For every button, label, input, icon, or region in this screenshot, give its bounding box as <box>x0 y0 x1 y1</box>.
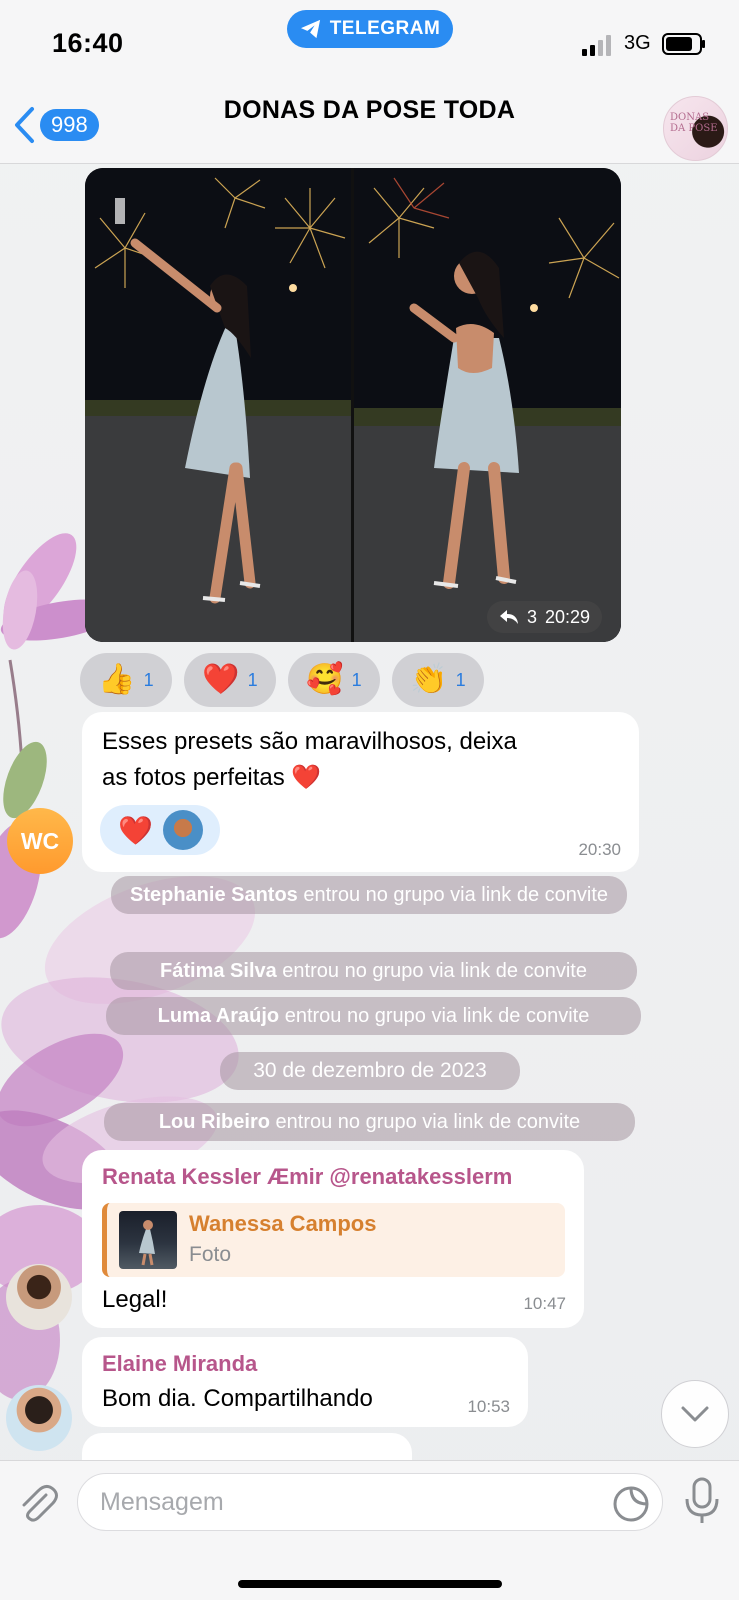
service-text: entrou no grupo via link de convite <box>297 884 608 906</box>
network-label: 3G <box>624 32 651 54</box>
album-photo-1[interactable] <box>85 168 351 642</box>
sender-name[interactable]: Renata Kessler Æmir @renatakesslerm <box>102 1164 512 1190</box>
telegram-pill-label: TELEGRAM <box>329 18 441 39</box>
avatar-wc[interactable]: WC <box>7 808 73 874</box>
reaction-smiling-hearts[interactable]: 🥰 1 <box>288 653 380 707</box>
service-message-join: Luma Araújo entrou no grupo via link de … <box>106 997 641 1035</box>
photo-woman-toasting <box>85 168 351 642</box>
member-name[interactable]: Fátima Silva <box>160 960 277 982</box>
clapping-hands-icon: 👏 <box>410 663 448 696</box>
service-text: entrou no grupo via link de convite <box>279 1005 590 1027</box>
heart-icon: ❤️ <box>118 814 153 846</box>
message-text-line-2: as fotos perfeitas ❤️ <box>102 764 322 791</box>
forward-icon <box>500 610 518 624</box>
service-message-join: Fátima Silva entrou no grupo via link de… <box>110 952 637 990</box>
album-time: 20:29 <box>545 606 591 627</box>
message-bubble-renata[interactable]: Renata Kessler Æmir @renatakesslerm Wane… <box>82 1150 584 1328</box>
battery-icon <box>662 33 705 55</box>
forward-count: 3 <box>527 606 538 627</box>
group-avatar[interactable]: DONAS DA POSE <box>663 96 728 161</box>
status-bar: 16:40 TELEGRAM 3G <box>0 0 739 90</box>
home-indicator[interactable] <box>238 1580 502 1588</box>
member-name[interactable]: Stephanie Santos <box>130 884 298 906</box>
sender-name[interactable]: Elaine Miranda <box>102 1351 257 1377</box>
message-text: Bom dia. Compartilhando <box>102 1385 373 1412</box>
reaction-clap[interactable]: 👏 1 <box>392 653 484 707</box>
reply-photo-icon <box>139 1220 155 1266</box>
reaction-heart[interactable]: ❤️ 1 <box>184 653 276 707</box>
reaction-count: 1 <box>351 669 362 690</box>
service-message-join: Stephanie Santos entrou no grupo via lin… <box>111 876 627 914</box>
chevron-down-icon <box>681 1406 709 1422</box>
message-time: 20:30 <box>578 840 621 859</box>
reaction-thumbs-up[interactable]: 👍 1 <box>80 653 172 707</box>
member-name[interactable]: Lou Ribeiro <box>159 1111 270 1133</box>
paperclip-icon[interactable] <box>16 1481 60 1525</box>
message-reaction-chip[interactable]: ❤️ <box>100 805 220 855</box>
message-text: Legal! <box>102 1286 168 1313</box>
microphone-icon[interactable] <box>682 1477 722 1525</box>
avatar-renata[interactable] <box>6 1264 72 1330</box>
message-bubble-elaine[interactable]: Elaine Miranda Bom dia. Compartilhando 1… <box>82 1337 528 1427</box>
reactor-avatar <box>162 810 203 850</box>
message-input[interactable] <box>77 1473 663 1531</box>
avatar-elaine[interactable] <box>6 1385 72 1451</box>
telegram-pill[interactable]: TELEGRAM <box>287 10 453 48</box>
sticker-icon[interactable] <box>612 1485 650 1523</box>
chat-header: 998 DONAS DA POSE TODA DONAS DA POSE <box>0 90 739 164</box>
message-input-bar <box>0 1460 739 1600</box>
thumbs-up-icon: 👍 <box>98 663 136 696</box>
message-time: 10:47 <box>523 1294 566 1313</box>
message-time: 10:53 <box>467 1397 510 1416</box>
reply-preview[interactable]: Wanessa Campos Foto <box>102 1203 565 1277</box>
heart-icon: ❤️ <box>202 663 240 696</box>
reaction-count: 1 <box>247 669 258 690</box>
reply-author: Wanessa Campos <box>189 1211 377 1236</box>
album-meta: 3 20:29 <box>487 601 603 633</box>
smiling-face-hearts-icon: 🥰 <box>306 663 344 696</box>
photo-woman-back <box>354 168 621 642</box>
service-text: entrou no grupo via link de convite <box>276 960 587 982</box>
service-message-join: Lou Ribeiro entrou no grupo via link de … <box>104 1103 635 1141</box>
message-bubble-wc[interactable]: Esses presets são maravilhosos, deixa as… <box>82 712 639 872</box>
reaction-count: 1 <box>143 669 154 690</box>
reply-thumbnail <box>119 1211 177 1269</box>
telegram-icon <box>300 19 320 39</box>
reaction-count: 1 <box>455 669 466 690</box>
status-time: 16:40 <box>52 28 124 58</box>
service-text: entrou no grupo via link de convite <box>269 1111 581 1133</box>
next-message-peek[interactable] <box>82 1433 412 1463</box>
message-text-line-1: Esses presets são maravilhosos, deixa <box>102 728 517 755</box>
photo-album[interactable] <box>85 168 621 642</box>
date-separator: 30 de dezembro de 2023 <box>220 1052 520 1090</box>
scroll-down-button[interactable] <box>661 1380 729 1448</box>
member-name[interactable]: Luma Araújo <box>158 1005 280 1027</box>
reply-type: Foto <box>189 1243 232 1266</box>
album-photo-2[interactable] <box>354 168 621 642</box>
reactions-row: 👍 1 ❤️ 1 🥰 1 👏 1 <box>80 653 484 707</box>
group-avatar-logo-text: DONAS DA POSE <box>670 112 718 134</box>
chat-title[interactable]: DONAS DA POSE TODA <box>0 96 739 125</box>
signal-icon <box>582 35 611 56</box>
